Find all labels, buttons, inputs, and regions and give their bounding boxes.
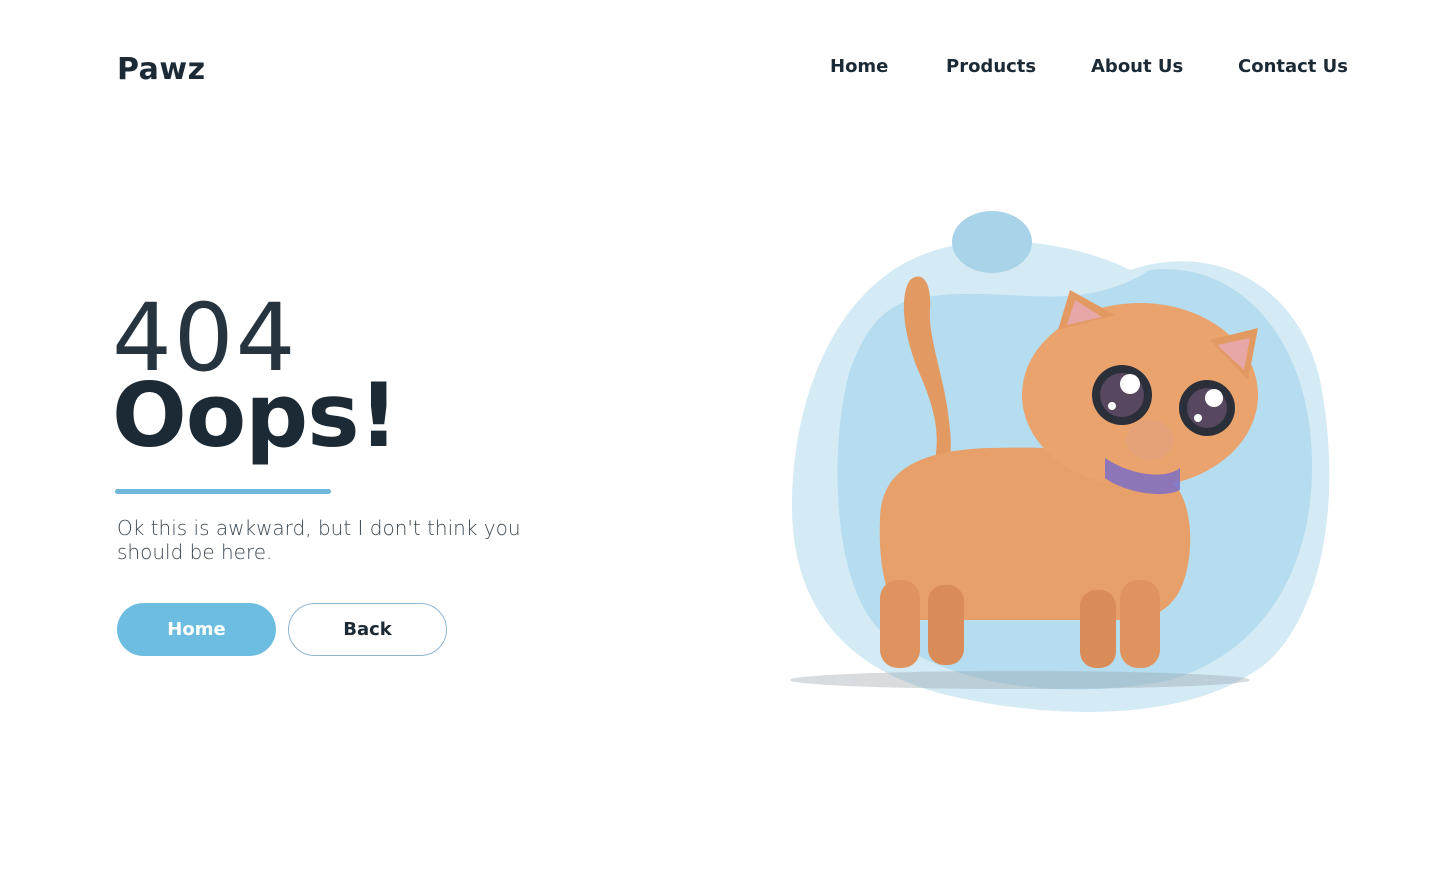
cat-leg-back-right (928, 585, 964, 665)
cat-shadow (790, 671, 1250, 689)
cat-paw (1126, 420, 1174, 460)
cat-illustration (790, 211, 1330, 712)
blob-top (952, 211, 1032, 273)
page-title: Oops! (112, 364, 399, 467)
nav-link-contact-us[interactable]: Contact Us (1238, 56, 1348, 77)
nav-link-home[interactable]: Home (830, 56, 888, 77)
home-button[interactable]: Home (117, 603, 276, 656)
title-underline (115, 489, 331, 494)
back-button[interactable]: Back (288, 603, 447, 656)
nav-link-products[interactable]: Products (946, 56, 1036, 77)
cat-leg-back-left (880, 580, 920, 668)
error-message: Ok this is awkward, but I don't think yo… (117, 516, 521, 564)
cat-leg-front-right (1120, 580, 1160, 668)
nav-link-about-us[interactable]: About Us (1091, 56, 1183, 77)
cat-leg-front-left (1080, 590, 1116, 668)
main-nav: Home Products About Us Contact Us (0, 56, 1446, 82)
